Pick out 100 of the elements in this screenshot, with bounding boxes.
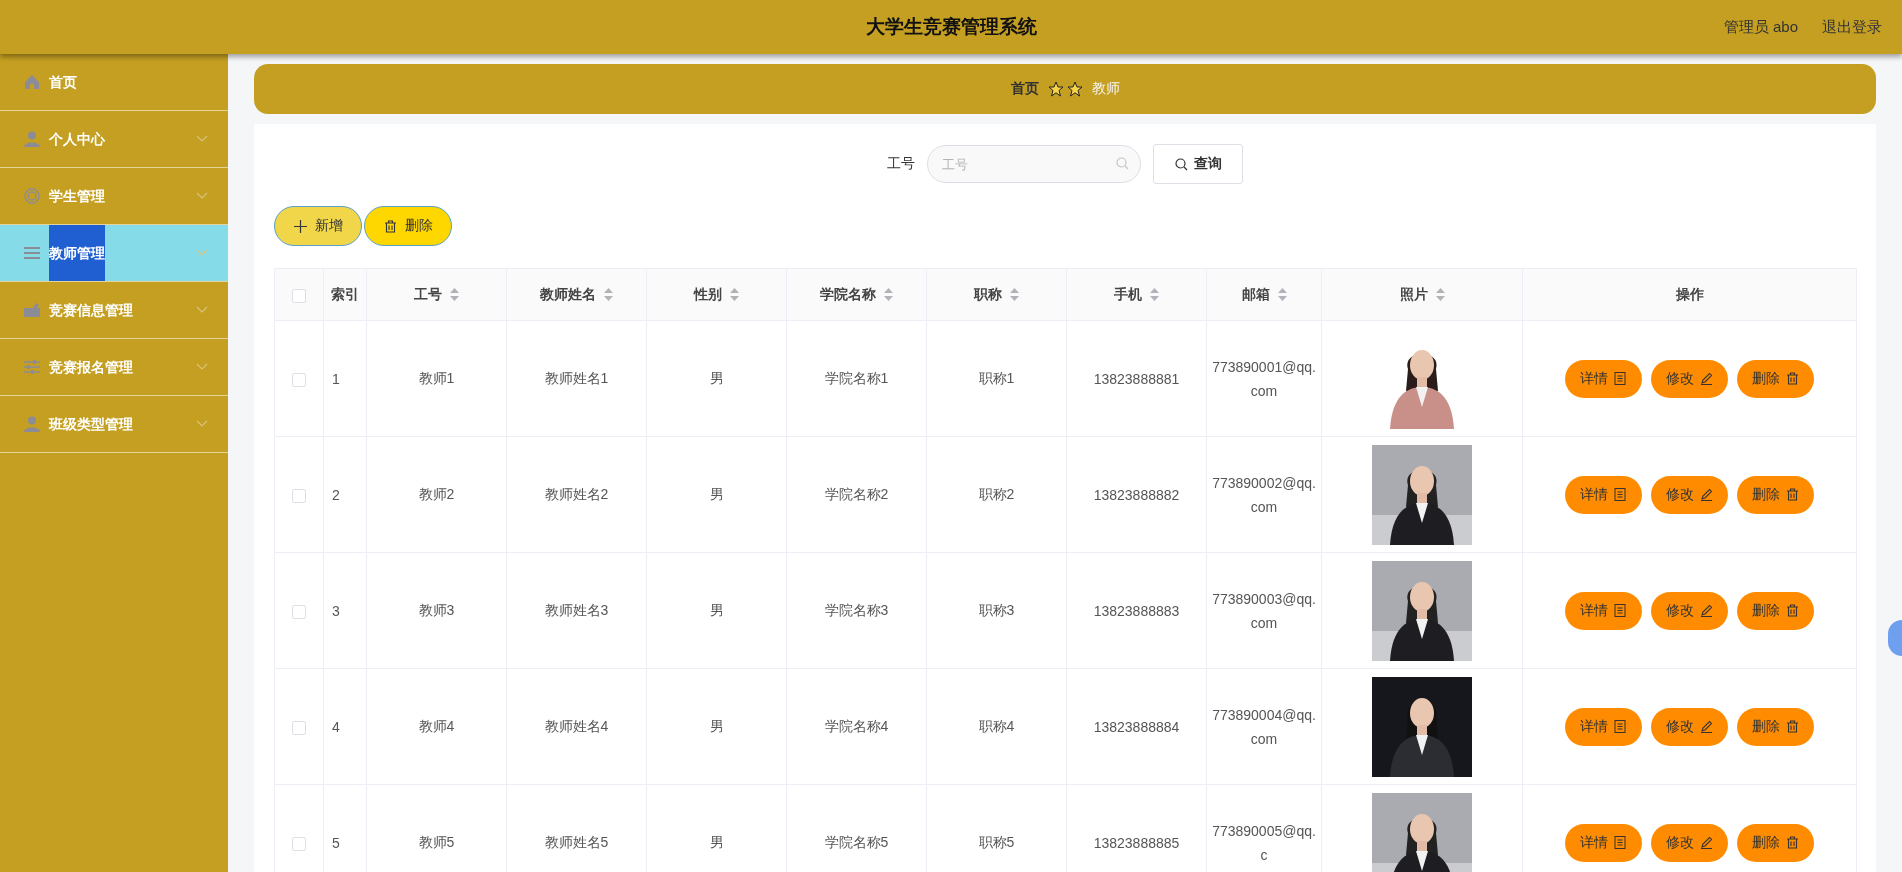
search-label: 工号 [887,155,915,173]
row-checkbox[interactable] [292,604,306,619]
pencil-icon [1700,836,1713,849]
user-name: 管理员 abo [1723,17,1798,37]
star-separator-icon [1066,81,1083,97]
column-header: 学院名称 [820,285,876,304]
edit-button[interactable]: 修改 [1651,591,1728,630]
briefcase-icon [24,302,40,318]
table-cell: 教师3 [366,552,507,669]
delete-button[interactable]: 删除 [1737,823,1814,862]
breadcrumb-link[interactable]: 首页 [1010,80,1039,98]
trash-icon [1786,720,1799,733]
document-icon [1614,604,1627,617]
table-cell: 3 [323,552,367,669]
column-header: 职称 [974,285,1002,304]
table-cell: 教师姓名1 [506,320,647,437]
star-separator-icon [1047,81,1064,97]
details-button[interactable]: 详情 [1565,591,1642,630]
column-header: 教师姓名 [540,285,596,304]
edit-button[interactable]: 修改 [1651,359,1728,398]
table-cell: 男 [646,320,787,437]
details-button[interactable]: 详情 [1565,359,1642,398]
table-cell: 4 [323,668,367,785]
table-cell: 学院名称3 [786,552,927,669]
sidebar-item[interactable]: 教师管理 [0,225,228,282]
table-cell: 773890003@qq.com [1206,552,1322,669]
table-cell: 学院名称4 [786,668,927,785]
user-icon [24,416,40,432]
table-cell: 教师4 [366,668,507,785]
trash-icon [383,219,397,233]
column-header: 性别 [694,285,722,304]
delete-button[interactable]: 删除 [1737,475,1814,514]
table-cell: 学院名称1 [786,320,927,437]
select-all-checkbox[interactable] [292,288,306,303]
table-cell: 学院名称2 [786,436,927,553]
sidebar-label: 学生管理 [49,187,105,206]
sidebar-label: 首页 [49,73,77,92]
column-header: 操作 [1675,285,1704,304]
floating-button[interactable] [1888,620,1902,656]
document-icon [1614,836,1627,849]
logout-link[interactable]: 退出登录 [1822,17,1882,37]
table-cell: 13823888883 [1066,552,1207,669]
trash-icon [1786,836,1799,849]
trash-icon [1786,604,1799,617]
table-cell: 男 [646,552,787,669]
document-icon [1614,488,1627,501]
table-cell: 男 [646,436,787,553]
target-icon [24,188,40,204]
sidebar-label: 班级类型管理 [49,415,133,434]
column-header: 工号 [414,285,442,304]
user-icon [24,131,40,147]
document-icon [1614,372,1627,385]
delete-button[interactable]: 删除 [1737,707,1814,746]
document-icon [1614,720,1627,733]
chevron-down-icon [196,420,208,428]
sidebar-label: 个人中心 [49,130,105,149]
details-button[interactable]: 详情 [1565,823,1642,862]
table-cell: 13823888882 [1066,436,1207,553]
sidebar-label: 竞赛报名管理 [49,358,133,377]
search-button[interactable]: 查询 [1153,144,1243,184]
row-checkbox[interactable] [292,372,306,387]
list-icon [24,245,40,261]
row-checkbox[interactable] [292,836,306,851]
table-cell: 773890004@qq.com [1206,668,1322,785]
home-icon [24,74,40,90]
edit-button[interactable]: 修改 [1651,475,1728,514]
delete-button[interactable]: 删除 [1737,591,1814,630]
table-cell: 773890001@qq.com [1206,320,1322,437]
sliders-icon [24,359,40,375]
edit-button[interactable]: 修改 [1651,823,1728,862]
table-cell: 教师姓名4 [506,668,647,785]
details-button[interactable]: 详情 [1565,707,1642,746]
delete-button[interactable]: 删除 [1737,359,1814,398]
pencil-icon [1700,720,1713,733]
pencil-icon [1700,488,1713,501]
table-cell: 教师姓名2 [506,436,647,553]
row-checkbox[interactable] [292,720,306,735]
table-cell: 13823888884 [1066,668,1207,785]
table-cell: 职称3 [926,552,1067,669]
sidebar-label: 教师管理 [49,225,105,281]
chevron-down-icon [196,192,208,200]
column-header: 索引 [331,285,359,304]
table-cell: 职称4 [926,668,1067,785]
chevron-down-icon [196,363,208,371]
trash-icon [1786,372,1799,385]
table-cell: 职称1 [926,320,1067,437]
chevron-down-icon [196,249,208,257]
table-cell: 教师2 [366,436,507,553]
details-button[interactable]: 详情 [1565,475,1642,514]
row-checkbox[interactable] [292,488,306,503]
add-button[interactable]: 新增 [274,206,362,246]
edit-button[interactable]: 修改 [1651,707,1728,746]
delete-button[interactable]: 删除 [364,206,452,246]
search-icon [1174,157,1188,171]
search-field[interactable]: 工号 [927,145,1141,183]
column-header: 手机 [1114,285,1142,304]
table-cell: 教师姓名3 [506,552,647,669]
table-cell: 13823888881 [1066,320,1207,437]
column-header: 邮箱 [1241,285,1270,304]
table-cell: 1 [323,320,367,437]
